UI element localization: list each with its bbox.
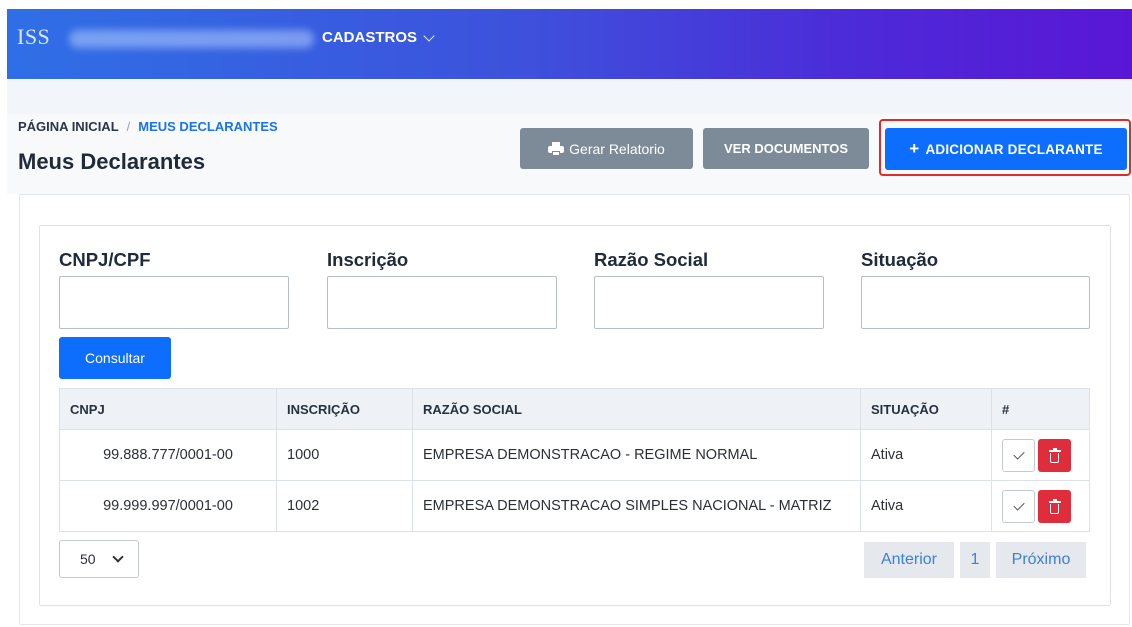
delete-button[interactable] <box>1038 489 1071 523</box>
plus-icon: + <box>909 139 920 158</box>
breadcrumb-separator: / <box>126 119 131 134</box>
declarants-table: CNPJ INSCRIÇÃO RAZÃO SOCIAL SITUAÇÃO # 9… <box>59 388 1090 532</box>
brand-logo[interactable]: ISS <box>17 24 50 50</box>
top-navbar: ISS CADASTROS <box>7 9 1132 79</box>
generate-report-button[interactable]: Gerar Relatorio <box>520 128 693 169</box>
inscricao-filter-input[interactable] <box>327 276 557 329</box>
page-size-value: 50 <box>80 551 96 567</box>
table-row: 99.888.777/0001-00 1000 EMPRESA DEMONSTR… <box>59 429 1090 481</box>
select-button[interactable] <box>1002 438 1035 472</box>
check-icon <box>1012 447 1025 460</box>
pagination-previous[interactable]: Anterior <box>864 542 954 578</box>
chevron-down-icon <box>112 551 124 563</box>
add-declarant-button[interactable]: + ADICIONAR DECLARANTE <box>885 128 1127 170</box>
consultar-button[interactable]: Consultar <box>59 337 171 379</box>
razao-social-filter-label: Razão Social <box>594 249 709 270</box>
printer-icon <box>548 141 565 156</box>
column-header-inscricao[interactable]: INSCRIÇÃO <box>276 388 413 430</box>
cell-situacao: Ativa <box>860 429 992 481</box>
cell-cnpj: 99.999.997/0001-00 <box>59 480 277 532</box>
select-button[interactable] <box>1002 489 1035 523</box>
pagination-next[interactable]: Próximo <box>996 542 1086 578</box>
trash-icon <box>1048 498 1061 514</box>
breadcrumb-home[interactable]: PÁGINA INICIAL <box>18 119 119 134</box>
column-header-situacao[interactable]: SITUAÇÃO <box>860 388 992 430</box>
cell-cnpj: 99.888.777/0001-00 <box>59 429 277 481</box>
pagination: Anterior 1 Próximo <box>864 542 1086 578</box>
column-header-razao-social[interactable]: RAZÃO SOCIAL <box>412 388 861 430</box>
cadastros-menu-label: CADASTROS <box>322 29 418 46</box>
delete-button[interactable] <box>1038 438 1071 472</box>
situacao-filter-label: Situação <box>861 249 939 270</box>
cell-actions <box>991 429 1090 481</box>
cnpj-filter-label: CNPJ/CPF <box>59 249 151 270</box>
cell-razao-social: EMPRESA DEMONSTRACAO - REGIME NORMAL <box>412 429 861 481</box>
cell-razao-social: EMPRESA DEMONSTRACAO SIMPLES NACIONAL - … <box>412 480 861 532</box>
cell-actions <box>991 480 1090 532</box>
breadcrumb-current[interactable]: MEUS DECLARANTES <box>138 119 277 134</box>
trash-icon <box>1048 447 1061 463</box>
page-title: Meus Declarantes <box>18 149 206 174</box>
navbar-subband <box>7 79 1132 114</box>
cell-inscricao: 1000 <box>276 429 413 481</box>
table-header-row: CNPJ INSCRIÇÃO RAZÃO SOCIAL SITUAÇÃO # <box>59 388 1090 430</box>
breadcrumb: PÁGINA INICIAL / MEUS DECLARANTES <box>18 119 278 134</box>
razao-social-filter-input[interactable] <box>594 276 824 329</box>
view-documents-button[interactable]: VER DOCUMENTOS <box>703 128 869 169</box>
inscricao-filter-label: Inscrição <box>327 249 409 270</box>
column-header-actions: # <box>991 388 1090 430</box>
page-size-select[interactable]: 50 <box>59 540 139 578</box>
row-actions <box>1002 438 1079 472</box>
cell-situacao: Ativa <box>860 480 992 532</box>
cnpj-filter-input[interactable] <box>59 276 289 329</box>
table-row: 99.999.997/0001-00 1002 EMPRESA DEMONSTR… <box>59 480 1090 532</box>
chevron-down-icon <box>423 29 435 42</box>
generate-report-label: Gerar Relatorio <box>569 140 665 157</box>
redacted-municipality-name <box>69 30 314 48</box>
pagination-page-1[interactable]: 1 <box>960 542 990 578</box>
cell-inscricao: 1002 <box>276 480 413 532</box>
cadastros-menu[interactable]: CADASTROS <box>322 29 435 46</box>
check-icon <box>1012 498 1025 511</box>
column-header-cnpj[interactable]: CNPJ <box>59 388 277 430</box>
add-declarant-label: ADICIONAR DECLARANTE <box>925 141 1103 157</box>
situacao-filter-input[interactable] <box>861 276 1090 329</box>
row-actions <box>1002 489 1079 523</box>
